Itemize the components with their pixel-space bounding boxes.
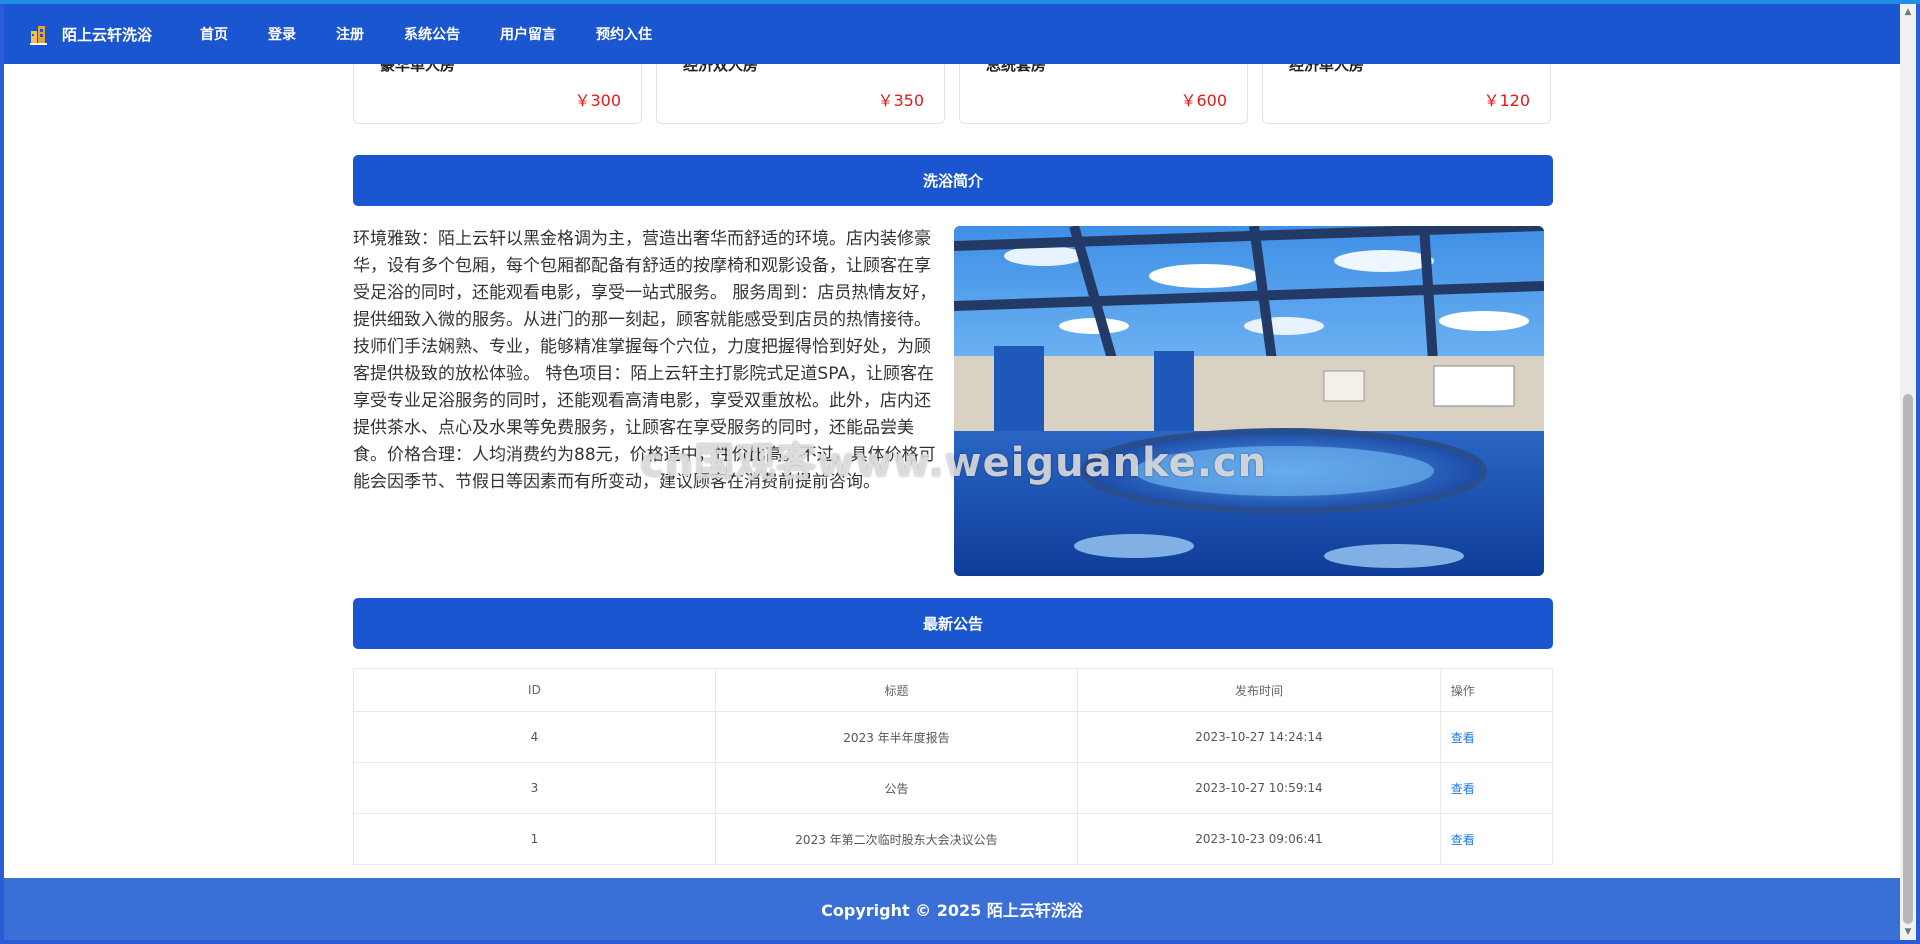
scroll-down-arrow-icon[interactable]: ▼ — [1900, 924, 1916, 940]
cell-time: 2023-10-23 09:06:41 — [1077, 813, 1441, 865]
top-navbar: 陌上云轩洗浴 首页 登录 注册 系统公告 用户留言 预约入住 — [4, 4, 1900, 64]
vertical-scrollbar[interactable]: ▲ ▼ — [1900, 4, 1916, 940]
scroll-up-arrow-icon[interactable]: ▲ — [1900, 4, 1916, 20]
cell-title: 2023 年半年度报告 — [714, 711, 1079, 763]
view-link[interactable]: 查看 — [1451, 782, 1475, 796]
table-row: 3 公告 2023-10-27 10:59:14 查看 — [353, 762, 1554, 814]
room-price: ￥600 — [1180, 91, 1227, 110]
view-link[interactable]: 查看 — [1451, 731, 1475, 745]
cell-title: 2023 年第二次临时股东大会决议公告 — [714, 813, 1079, 865]
nav-announcements[interactable]: 系统公告 — [404, 24, 460, 44]
scroll-thumb[interactable] — [1903, 394, 1913, 924]
room-price: ￥120 — [1483, 91, 1530, 110]
header-id: ID — [353, 668, 716, 712]
intro-text: 环境雅致：陌上云轩以黑金格调为主，营造出奢华而舒适的环境。店内装修豪华，设有多个… — [353, 229, 937, 492]
table-row: 1 2023 年第二次临时股东大会决议公告 2023-10-23 09:06:4… — [353, 813, 1554, 865]
view-link[interactable]: 查看 — [1451, 833, 1475, 847]
notices-section-title: 最新公告 — [353, 598, 1553, 649]
cell-time: 2023-10-27 10:59:14 — [1077, 762, 1441, 814]
intro-section-title: 洗浴简介 — [353, 155, 1553, 206]
header-time: 发布时间 — [1077, 668, 1441, 712]
notice-table: ID 标题 发布时间 操作 4 2023 年半年度报告 2023-10-27 1… — [353, 668, 1554, 865]
table-row: 4 2023 年半年度报告 2023-10-27 14:24:14 查看 — [353, 711, 1554, 763]
nav-login[interactable]: 登录 — [268, 24, 296, 44]
cell-id: 3 — [353, 762, 716, 814]
nav-messages[interactable]: 用户留言 — [500, 24, 556, 44]
building-logo-icon — [30, 26, 47, 45]
pool-image — [954, 226, 1544, 576]
room-price: ￥350 — [877, 91, 924, 110]
cell-title: 公告 — [714, 762, 1079, 814]
pool-image-illustration — [954, 226, 1544, 576]
nav-home[interactable]: 首页 — [200, 24, 228, 44]
footer: Copyright © 2025 陌上云轩洗浴 — [4, 878, 1900, 940]
page-frame: 陌上云轩洗浴 首页 登录 注册 系统公告 用户留言 预约入住 豪华单人房 ￥30… — [4, 4, 1900, 940]
brand-name: 陌上云轩洗浴 — [62, 25, 153, 44]
header-title: 标题 — [714, 668, 1079, 712]
header-op: 操作 — [1439, 668, 1554, 712]
cell-id: 1 — [353, 813, 716, 865]
room-price: ￥300 — [574, 91, 621, 110]
nav-register[interactable]: 注册 — [336, 24, 364, 44]
brand[interactable]: 陌上云轩洗浴 — [28, 23, 152, 45]
table-header-row: ID 标题 发布时间 操作 — [353, 668, 1554, 712]
nav-booking[interactable]: 预约入住 — [596, 24, 652, 44]
cell-id: 4 — [353, 711, 716, 763]
cell-time: 2023-10-27 14:24:14 — [1077, 711, 1441, 763]
